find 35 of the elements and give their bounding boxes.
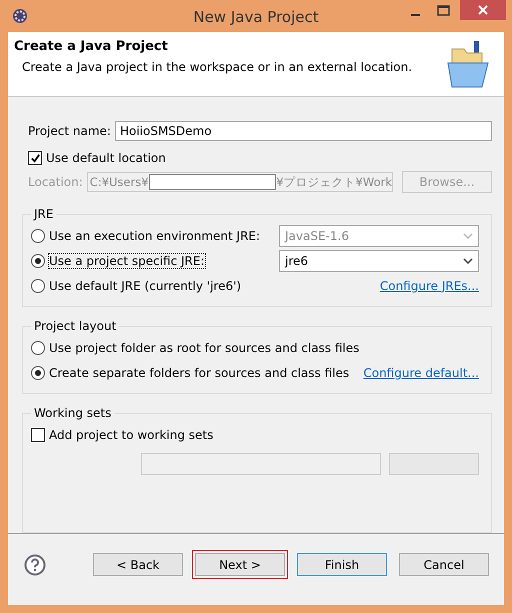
checkbox[interactable] xyxy=(31,428,45,442)
help-icon[interactable] xyxy=(24,554,46,576)
close-icon[interactable] xyxy=(460,0,506,20)
checkbox-label: Use default location xyxy=(46,151,166,165)
page-description: Create a Java project in the workspace or in an external location. xyxy=(22,60,414,74)
radio-label: Use an execution environment JRE: xyxy=(49,228,260,242)
radio-label: Create separate folders for sources and class files xyxy=(49,366,350,380)
dialog-button[interactable]: Finish xyxy=(297,553,387,576)
dialog-button[interactable]: < Back xyxy=(93,553,183,576)
radio-label: Use default JRE (currently 'jre6') xyxy=(49,278,242,292)
jre-dropdown[interactable]: jre6 xyxy=(279,250,479,272)
radio-button[interactable] xyxy=(31,278,45,292)
radio-label: Use project folder as root for sources and class files xyxy=(49,340,360,354)
working-sets-field[interactable] xyxy=(141,453,381,475)
dialog-button[interactable]: Next > xyxy=(195,553,285,576)
group-title: Working sets xyxy=(33,407,112,420)
group-title: Project layout xyxy=(33,319,118,333)
field-label: Location: xyxy=(28,175,83,189)
chevron-down-icon xyxy=(463,232,473,238)
group-title: JRE xyxy=(32,207,54,221)
configure-link[interactable]: Configure default... xyxy=(363,366,479,380)
checkbox-label: Add project to working sets xyxy=(49,428,214,442)
configure-link[interactable]: Configure JREs... xyxy=(380,278,479,292)
project-name-field[interactable]: HoiioSMSDemo xyxy=(114,121,492,141)
gear-icon xyxy=(12,8,28,24)
radio-button[interactable] xyxy=(31,366,45,380)
page-title: Create a Java Project xyxy=(14,39,169,54)
window-title: New Java Project xyxy=(193,8,319,26)
chevron-down-icon xyxy=(463,258,473,264)
field-label: Project name: xyxy=(28,124,111,138)
radio-button[interactable] xyxy=(31,254,45,268)
radio-button[interactable] xyxy=(31,340,45,354)
radio-label: Use a project specific JRE: xyxy=(49,254,205,268)
checkbox[interactable] xyxy=(28,151,42,165)
dialog-button[interactable]: Cancel xyxy=(399,553,489,576)
